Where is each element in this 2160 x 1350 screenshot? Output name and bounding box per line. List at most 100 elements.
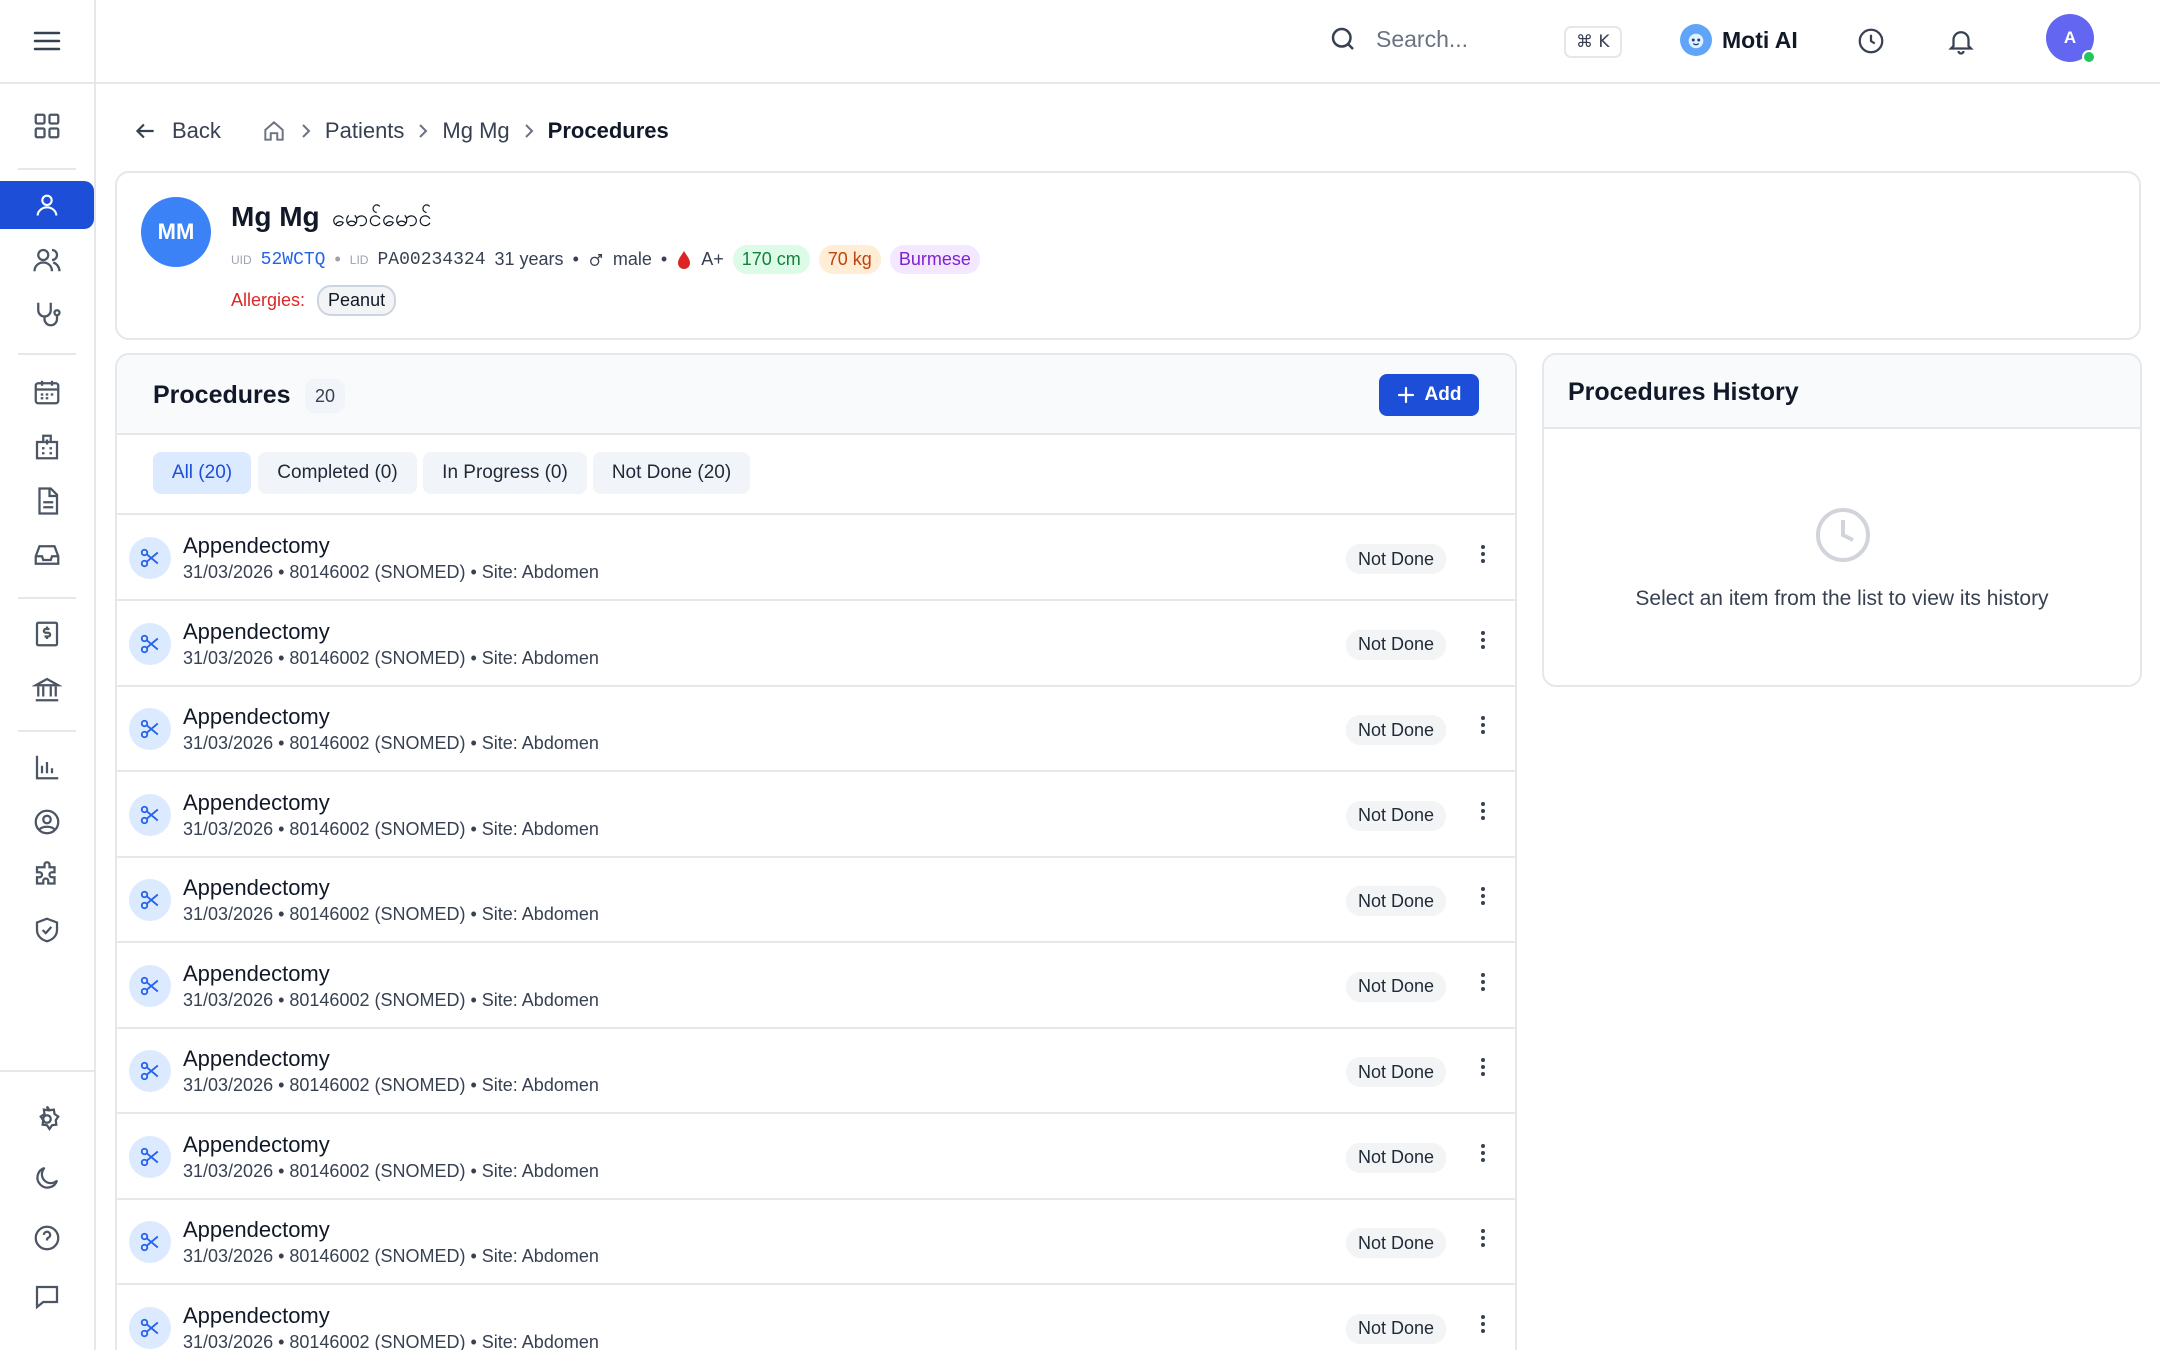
- procedure-name: Appendectomy: [183, 533, 330, 558]
- procedure-row[interactable]: Appendectomy 31/03/2026 • 80146002 (SNOME…: [117, 1115, 1515, 1200]
- settings-button[interactable]: [0, 1095, 94, 1143]
- status-badge: Not Done: [1346, 629, 1447, 660]
- breadcrumb-patient-name[interactable]: Mg Mg: [442, 118, 509, 144]
- search-input[interactable]: Search...: [1328, 24, 1468, 54]
- shield-icon: [35, 917, 59, 943]
- status-badge: Not Done: [1346, 800, 1447, 831]
- theme-toggle-button[interactable]: [0, 1154, 94, 1202]
- scissors-icon: [129, 793, 171, 836]
- tab-not-done[interactable]: Not Done (20): [593, 452, 750, 494]
- chevron-right-icon: [416, 121, 430, 141]
- status-badge: Not Done: [1346, 715, 1447, 745]
- more-options-button[interactable]: [1479, 971, 1487, 993]
- scissors-icon: [129, 1050, 171, 1092]
- procedure-row[interactable]: Appendectomy 31/03/2026 • 80146002 (SNOME…: [117, 944, 1515, 1029]
- history-button[interactable]: [1856, 26, 1888, 58]
- sidebar-item-dashboard[interactable]: [0, 102, 94, 150]
- more-options-button[interactable]: [1479, 885, 1487, 907]
- kebab-icon: [1481, 716, 1485, 734]
- sidebar-item-finance[interactable]: [0, 665, 94, 713]
- history-empty-text: Select an item from the list to view its…: [1635, 587, 2049, 610]
- sidebar-item-billing[interactable]: [0, 610, 94, 658]
- sidebar: [0, 0, 96, 1350]
- scissors-icon: [129, 1135, 171, 1178]
- menu-toggle-button[interactable]: [0, 0, 94, 84]
- procedures-history-panel: Procedures History Select an item from t…: [1542, 353, 2142, 687]
- more-options-button[interactable]: [1479, 1227, 1487, 1249]
- sidebar-item-patients[interactable]: [0, 236, 94, 284]
- search-placeholder[interactable]: Search...: [1376, 26, 1468, 53]
- procedure-row[interactable]: Appendectomy 31/03/2026 • 80146002 (SNOME…: [117, 516, 1515, 601]
- procedure-name: Appendectomy: [183, 1131, 330, 1157]
- patient-blood-type: A+: [701, 249, 724, 269]
- user-avatar[interactable]: A: [2046, 14, 2096, 64]
- procedure-name: Appendectomy: [183, 1217, 330, 1242]
- procedure-row[interactable]: Appendectomy 31/03/2026 • 80146002 (SNOME…: [117, 1029, 1515, 1114]
- add-procedure-button[interactable]: Add: [1379, 374, 1479, 416]
- procedure-row[interactable]: Appendectomy 31/03/2026 • 80146002 (SNOME…: [117, 687, 1515, 772]
- bar-chart-icon: [35, 755, 59, 780]
- sidebar-item-patient[interactable]: [0, 181, 94, 229]
- more-options-button[interactable]: [1479, 1313, 1487, 1335]
- dot-separator: •: [572, 249, 579, 269]
- procedure-name: Appendectomy: [183, 789, 330, 815]
- status-badge: Not Done: [1346, 971, 1447, 1002]
- scissors-icon: [129, 964, 171, 1007]
- feedback-button[interactable]: [0, 1273, 94, 1321]
- back-button[interactable]: Back: [132, 118, 221, 144]
- sidebar-item-reports[interactable]: [0, 743, 94, 791]
- sidebar-item-clinical[interactable]: [0, 290, 94, 338]
- status-badge: Not Done: [1346, 886, 1447, 916]
- moti-ai-label: Moti AI: [1722, 26, 1798, 53]
- moti-ai-button[interactable]: Moti AI: [1680, 24, 1798, 56]
- plus-icon: [1397, 386, 1414, 404]
- more-options-button[interactable]: [1479, 543, 1487, 565]
- moon-icon: [36, 1166, 59, 1189]
- more-options-button[interactable]: [1479, 800, 1487, 822]
- lid-label: LID: [349, 252, 369, 267]
- procedures-title: Procedures: [153, 381, 291, 409]
- more-options-button[interactable]: [1479, 1056, 1487, 1078]
- patient-gender: male: [612, 249, 652, 269]
- sidebar-item-profile[interactable]: [0, 798, 94, 846]
- kebab-icon: [1481, 972, 1485, 991]
- kebab-icon: [1481, 1058, 1485, 1076]
- kebab-icon: [1481, 630, 1485, 649]
- procedure-details: 31/03/2026 • 80146002 (SNOMED) • Site: A…: [183, 818, 599, 839]
- breadcrumb-home[interactable]: [261, 118, 287, 144]
- procedure-name: Appendectomy: [183, 704, 330, 729]
- sidebar-item-calendar[interactable]: [0, 368, 94, 416]
- sidebar-item-documents[interactable]: [0, 477, 94, 525]
- tab-all[interactable]: All (20): [153, 452, 251, 494]
- procedure-row[interactable]: Appendectomy 31/03/2026 • 80146002 (SNOME…: [117, 1286, 1515, 1350]
- procedure-row[interactable]: Appendectomy 31/03/2026 • 80146002 (SNOME…: [117, 858, 1515, 943]
- uid-label: UID: [231, 252, 252, 267]
- sidebar-item-integrations[interactable]: [0, 852, 94, 900]
- procedure-details: 31/03/2026 • 80146002 (SNOMED) • Site: A…: [183, 1160, 599, 1181]
- bot-icon: [1680, 24, 1712, 56]
- procedure-row[interactable]: Appendectomy 31/03/2026 • 80146002 (SNOME…: [117, 1200, 1515, 1285]
- tab-completed[interactable]: Completed (0): [258, 452, 417, 494]
- document-icon: [38, 487, 59, 515]
- notifications-button[interactable]: [1946, 26, 1978, 58]
- inbox-icon: [34, 545, 60, 565]
- patient-meta: UID 52WCTQ • LID PA00234324 31 years • m…: [231, 245, 980, 274]
- sidebar-item-facility[interactable]: [0, 423, 94, 471]
- more-options-button[interactable]: [1479, 629, 1487, 651]
- procedure-details: 31/03/2026 • 80146002 (SNOMED) • Site: A…: [183, 562, 599, 582]
- procedure-row[interactable]: Appendectomy 31/03/2026 • 80146002 (SNOME…: [117, 602, 1515, 687]
- kebab-icon: [1481, 887, 1485, 905]
- male-icon: [588, 252, 604, 268]
- tab-in-progress[interactable]: In Progress (0): [423, 452, 587, 494]
- breadcrumb-patients[interactable]: Patients: [325, 118, 405, 144]
- procedure-details: 31/03/2026 • 80146002 (SNOMED) • Site: A…: [183, 1246, 599, 1266]
- help-button[interactable]: [0, 1214, 94, 1262]
- more-options-button[interactable]: [1479, 714, 1487, 736]
- status-badge: Not Done: [1346, 1057, 1447, 1087]
- sidebar-item-inbox[interactable]: [0, 531, 94, 579]
- allergies-label: Allergies:: [231, 290, 306, 310]
- more-options-button[interactable]: [1479, 1142, 1487, 1164]
- procedure-row[interactable]: Appendectomy 31/03/2026 • 80146002 (SNOME…: [117, 773, 1515, 858]
- sidebar-item-security[interactable]: [0, 906, 94, 954]
- patient-uid[interactable]: 52WCTQ: [261, 250, 326, 270]
